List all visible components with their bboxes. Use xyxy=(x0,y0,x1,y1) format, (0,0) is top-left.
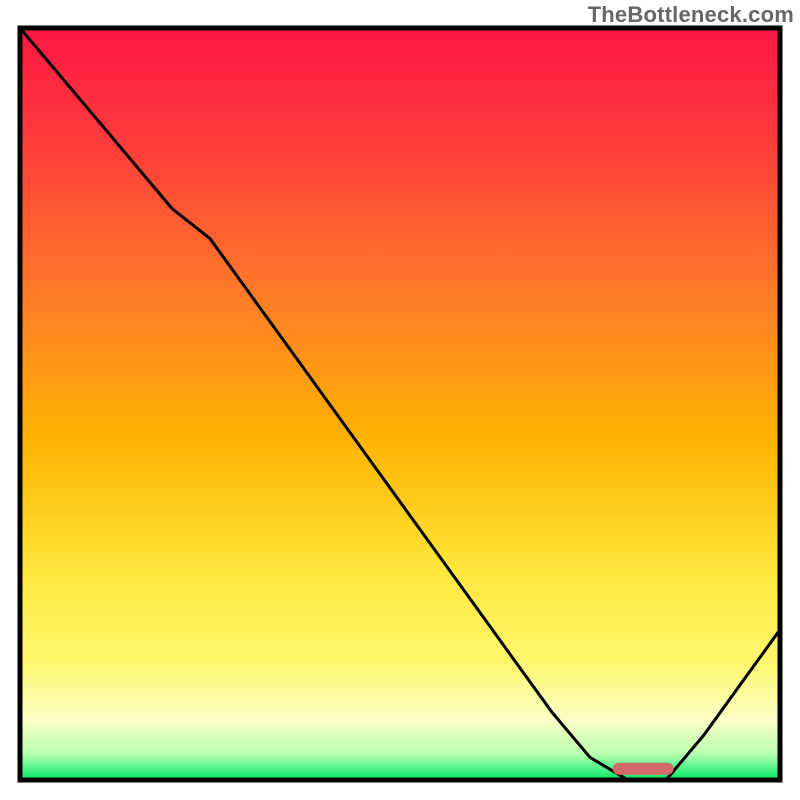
gradient-background xyxy=(20,28,780,780)
bottleneck-chart xyxy=(0,0,800,800)
chart-canvas: TheBottleneck.com xyxy=(0,0,800,800)
optimal-range-marker xyxy=(613,763,674,775)
